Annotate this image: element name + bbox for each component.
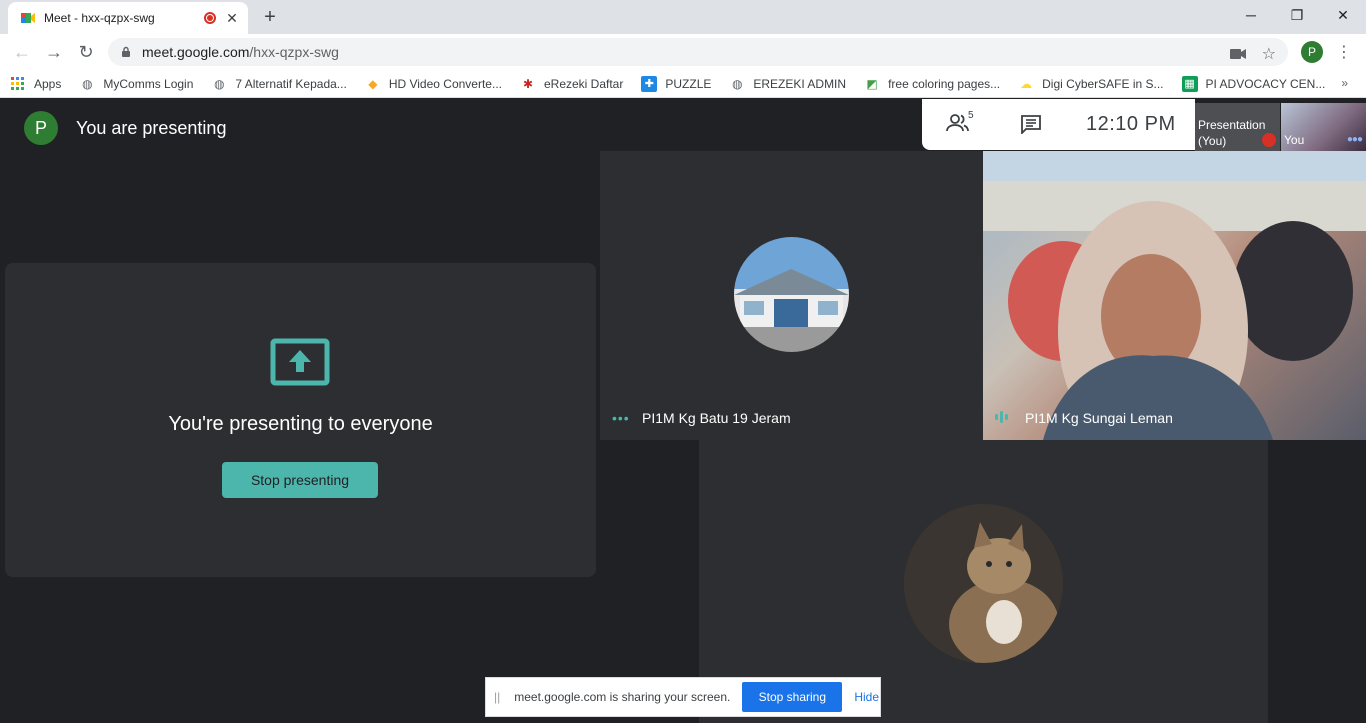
participant-tile[interactable]: PI1M Kg Sungai Leman [983, 151, 1366, 440]
bookmark-icon: ◩ [866, 76, 878, 91]
self-view-thumbnail[interactable]: You ●●● [1281, 103, 1366, 151]
stop-sharing-button[interactable]: Stop sharing [742, 682, 843, 712]
reload-button[interactable]: ↻ [72, 38, 100, 66]
chat-icon[interactable] [1020, 114, 1042, 134]
tab-title: Meet - hxx-qzpx-swg [44, 11, 155, 25]
participant-tile[interactable]: ••• PI1M Kg Batu 19 Jeram [600, 151, 983, 440]
bookmark-digi[interactable]: ☁ Digi CyberSAFE in S... [1018, 76, 1163, 92]
back-button[interactable]: ← [8, 38, 36, 66]
address-bar[interactable]: meet.google.com/hxx-qzpx-swg ☆ [108, 38, 1288, 66]
stop-presenting-button[interactable]: Stop presenting [222, 462, 378, 498]
participant-name: PI1M Kg Sungai Leman [1025, 410, 1173, 426]
restore-button[interactable]: ❐ [1274, 0, 1320, 30]
meeting-clock: 12:10 PM [1086, 113, 1176, 135]
globe-icon: ◍ [732, 76, 743, 91]
bookmark-erezeki-daftar[interactable]: ✱ eRezeki Daftar [520, 76, 623, 92]
speaking-indicator-icon [995, 411, 1008, 423]
sharing-message: meet.google.com is sharing your screen. [514, 690, 731, 704]
bookmark-coloring[interactable]: ◩ free coloring pages... [864, 76, 1000, 92]
bookmarks-overflow-icon[interactable]: » [1341, 76, 1348, 90]
close-window-button[interactable]: ✕ [1320, 0, 1366, 30]
bookmark-puzzle[interactable]: ✚ PUZZLE [641, 75, 711, 92]
bookmark-icon: ☁ [1020, 76, 1033, 91]
minimize-button[interactable]: ─ [1228, 0, 1274, 30]
presenting-card: You're presenting to everyone Stop prese… [5, 263, 596, 577]
recording-icon [204, 12, 216, 24]
people-icon [946, 114, 969, 132]
bookmark-pi-advocacy[interactable]: ▦ PI ADVOCACY CEN... [1181, 75, 1325, 92]
participants-button[interactable]: 5 [946, 110, 974, 133]
bookmark-icon: ◆ [368, 76, 378, 91]
more-options-icon[interactable]: ●●● [1347, 134, 1363, 145]
participant-avatar [734, 237, 849, 352]
camera-icon[interactable] [1229, 48, 1246, 60]
bookmark-icon: ✱ [522, 76, 534, 91]
bookmark-erezeki-admin[interactable]: ◍ EREZEKI ADMIN [729, 76, 846, 92]
sheets-icon: ▦ [1181, 75, 1198, 92]
present-screen-icon [270, 338, 330, 386]
hide-link[interactable]: Hide [854, 690, 879, 704]
screen-sharing-bar: || meet.google.com is sharing your scree… [485, 677, 881, 717]
lock-icon [122, 46, 130, 57]
participant-avatar [904, 504, 1063, 663]
tab-close-icon[interactable]: ✕ [224, 10, 240, 27]
drag-handle-icon[interactable]: || [494, 690, 500, 704]
new-tab-button[interactable]: + [258, 5, 282, 29]
star-icon[interactable]: ☆ [1262, 44, 1276, 64]
meet-stage: P You are presenting 5 12:10 PM Presenta… [0, 99, 1366, 723]
browser-menu-icon[interactable]: ⋮ [1336, 42, 1352, 62]
mic-off-icon [1262, 133, 1276, 147]
meet-icon [21, 13, 35, 23]
participant-name: PI1M Kg Batu 19 Jeram [642, 410, 791, 426]
browser-tab-meet[interactable]: Meet - hxx-qzpx-swg ✕ [8, 2, 248, 34]
cat-photo [904, 504, 1063, 663]
browser-tab-strip: Meet - hxx-qzpx-swg ✕ + ─ ❐ ✕ [0, 0, 1366, 34]
thumbnail-label: You [1284, 133, 1305, 147]
forward-button[interactable]: → [40, 38, 68, 66]
globe-icon: ◍ [82, 76, 93, 91]
globe-icon: ◍ [214, 76, 225, 91]
presenting-header: P You are presenting [24, 111, 226, 145]
apps-grid-icon [11, 76, 24, 90]
bookmark-hd-video[interactable]: ◆ HD Video Converte... [365, 76, 502, 92]
presenting-message: You're presenting to everyone [168, 413, 433, 435]
meeting-info-panel: 5 12:10 PM [922, 99, 1195, 150]
audio-indicator-icon: ••• [612, 410, 630, 426]
bookmark-apps[interactable]: Apps [10, 76, 61, 92]
profile-avatar[interactable]: P [1301, 41, 1323, 63]
bookmark-mycomms[interactable]: ◍ MyComms Login [79, 76, 193, 92]
url-text: meet.google.com/hxx-qzpx-swg [142, 44, 339, 60]
bookmark-alternatif[interactable]: ◍ 7 Alternatif Kepada... [211, 76, 347, 92]
building-photo [734, 269, 849, 327]
bookmarks-bar: Apps ◍ MyComms Login ◍ 7 Alternatif Kepa… [0, 70, 1366, 98]
browser-toolbar: ← → ↻ meet.google.com/hxx-qzpx-swg ☆ P ⋮ [0, 34, 1366, 70]
participant-video [983, 151, 1366, 440]
participant-count: 5 [968, 110, 974, 121]
avatar: P [24, 111, 58, 145]
page-title: You are presenting [76, 117, 227, 138]
puzzle-icon: ✚ [641, 75, 658, 92]
presentation-thumbnail[interactable]: Presentation (You) [1195, 103, 1280, 151]
